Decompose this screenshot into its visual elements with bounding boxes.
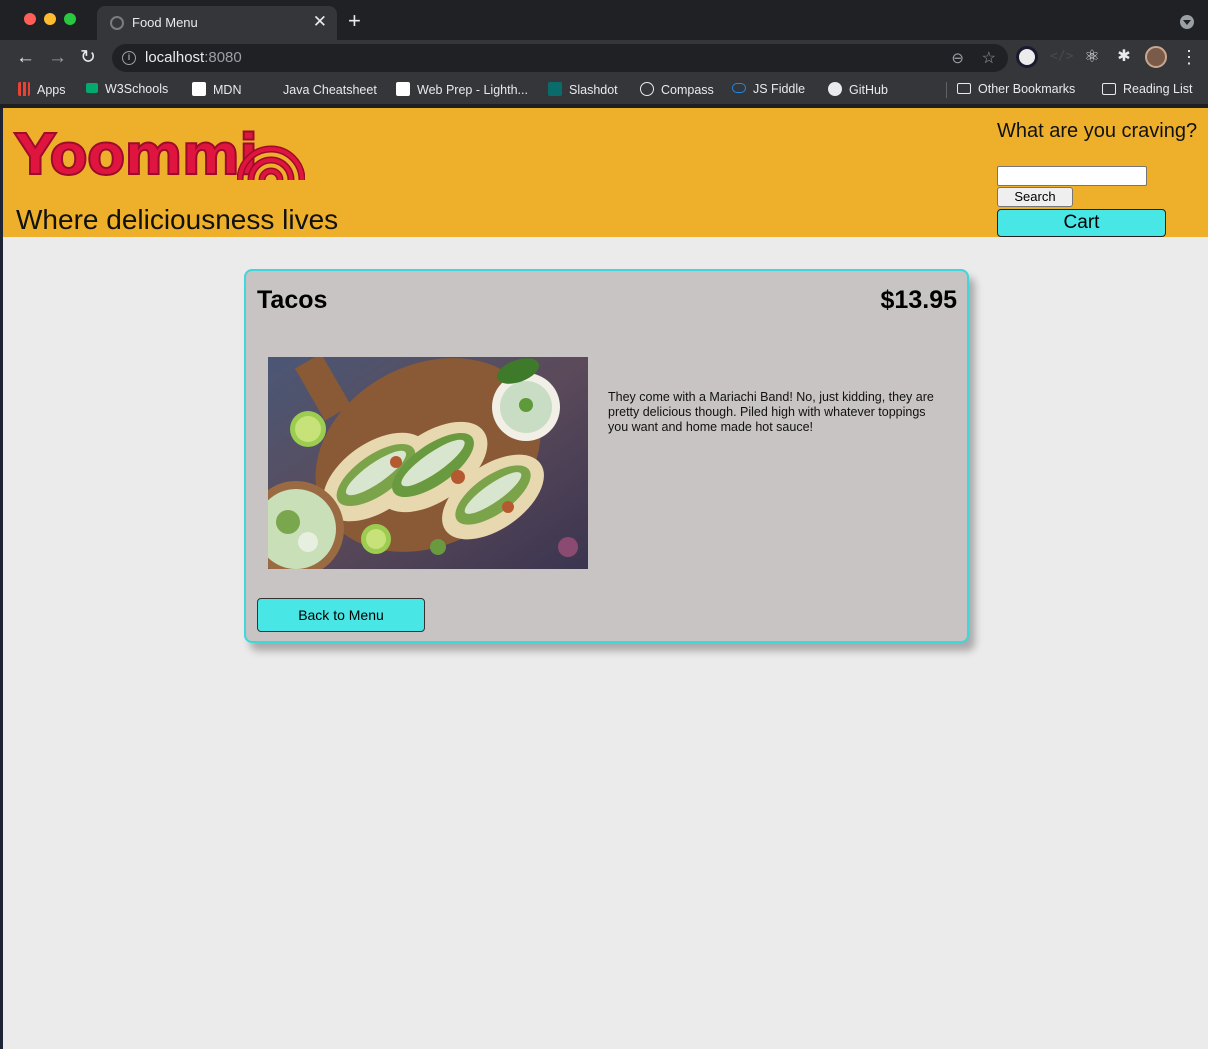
url-text: localhost:8080 xyxy=(145,49,242,66)
tacos-photo xyxy=(268,357,588,569)
tab-strip: Food Menu ✕ + xyxy=(0,0,1208,40)
tagline: Where deliciousness lives xyxy=(16,204,339,235)
bookmark-web-prep[interactable]: Web Prep - Lighth... xyxy=(396,82,528,97)
forward-arrow-icon[interactable]: → xyxy=(48,47,67,69)
search-input[interactable] xyxy=(997,166,1147,186)
page-icon xyxy=(262,82,276,96)
folder-icon xyxy=(957,83,971,94)
bookmarks-separator xyxy=(946,82,947,98)
bookmark-w3schools[interactable]: W3Schools xyxy=(86,82,168,96)
site-header: Yoommi Where deliciousness lives What ar… xyxy=(3,108,1208,237)
bookmark-star-icon[interactable]: ☆ xyxy=(982,48,996,68)
tab-close-icon[interactable]: ✕ xyxy=(313,12,327,32)
zoom-icon[interactable]: ⊖ xyxy=(951,49,964,67)
compass-icon xyxy=(640,82,654,96)
reload-icon[interactable]: ↻ xyxy=(80,47,96,69)
item-description: They come with a Mariachi Band! No, just… xyxy=(608,390,934,434)
browser-tab[interactable]: Food Menu ✕ xyxy=(97,6,337,40)
tab-title: Food Menu xyxy=(132,15,198,30)
minimize-window-icon[interactable] xyxy=(44,13,56,25)
mdn-icon xyxy=(192,82,206,96)
logo-text: Yoommi xyxy=(14,123,259,188)
bookmark-compass[interactable]: Compass xyxy=(640,82,714,97)
new-tab-icon[interactable]: + xyxy=(348,9,361,33)
rainbow-arch-icon xyxy=(237,145,305,181)
back-to-menu-button[interactable]: Back to Menu xyxy=(257,598,425,632)
back-arrow-icon[interactable]: ← xyxy=(16,47,35,69)
site-logo[interactable]: Yoommi xyxy=(14,123,305,188)
search-label: What are you craving? xyxy=(997,120,1198,142)
jsfiddle-icon xyxy=(732,83,746,93)
bookmark-java-cheatsheet[interactable]: Java Cheatsheet xyxy=(262,82,377,97)
reading-list-icon xyxy=(1102,83,1116,95)
extensions-puzzle-icon[interactable]: ✱ xyxy=(1113,46,1135,68)
apps-grid-icon xyxy=(18,82,30,96)
item-price: $13.95 xyxy=(880,286,957,314)
react-devtools-icon[interactable]: ⚛ xyxy=(1081,46,1103,68)
profile-avatar[interactable] xyxy=(1145,46,1167,68)
bookmark-slashdot[interactable]: Slashdot xyxy=(548,82,618,97)
bookmarks-bar: Apps W3Schools MDN Java Cheatsheet Web P… xyxy=(0,76,1208,104)
food-item-card: Tacos $13.95 They come with a Mariachi B… xyxy=(244,269,969,643)
extension-mask-icon[interactable] xyxy=(1016,46,1038,68)
browser-menu-icon[interactable]: ⋮ xyxy=(1178,46,1200,68)
reading-list[interactable]: Reading List xyxy=(1102,82,1193,96)
bookmark-mdn[interactable]: MDN xyxy=(192,82,241,97)
bookmark-github[interactable]: GitHub xyxy=(828,82,888,97)
item-name: Tacos xyxy=(257,286,328,314)
close-window-icon[interactable] xyxy=(24,13,36,25)
other-bookmarks-folder[interactable]: Other Bookmarks xyxy=(957,82,1075,96)
search-button[interactable]: Search xyxy=(997,187,1073,207)
slashdot-icon xyxy=(548,82,562,96)
bookmark-apps[interactable]: Apps xyxy=(18,82,66,97)
tab-search-icon[interactable] xyxy=(1180,15,1194,29)
lighthouse-icon xyxy=(396,82,410,96)
bookmark-jsfiddle[interactable]: JS Fiddle xyxy=(732,82,805,96)
extension-code-icon[interactable]: </> xyxy=(1050,46,1073,68)
search-area: What are you craving? Search Cart xyxy=(997,120,1202,237)
maximize-window-icon[interactable] xyxy=(64,13,76,25)
address-bar[interactable]: i localhost:8080 ⊖ ☆ xyxy=(112,44,1008,72)
info-icon[interactable]: i xyxy=(122,51,136,65)
cart-button[interactable]: Cart xyxy=(997,209,1166,237)
page-viewport: Yoommi Where deliciousness lives What ar… xyxy=(3,108,1208,1049)
github-icon xyxy=(828,82,842,96)
w3schools-icon xyxy=(86,83,98,93)
globe-icon xyxy=(110,16,124,30)
